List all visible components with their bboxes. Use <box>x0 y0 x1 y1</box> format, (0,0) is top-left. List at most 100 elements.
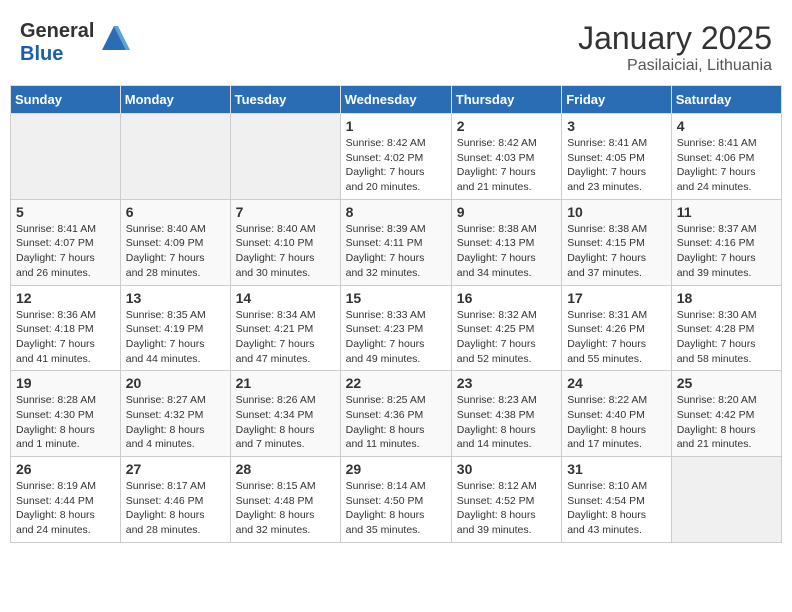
calendar-cell: 16 Sunrise: 8:32 AMSunset: 4:25 PMDayligh… <box>451 285 561 371</box>
day-info: Sunrise: 8:42 AMSunset: 4:03 PMDaylight:… <box>457 136 556 195</box>
day-number: 7 <box>236 204 335 220</box>
calendar-cell: 19 Sunrise: 8:28 AMSunset: 4:30 PMDayligh… <box>11 371 121 457</box>
day-number: 11 <box>677 204 776 220</box>
calendar-cell: 1 Sunrise: 8:42 AMSunset: 4:02 PMDaylight… <box>340 114 451 200</box>
calendar-cell: 25 Sunrise: 8:20 AMSunset: 4:42 PMDayligh… <box>671 371 781 457</box>
day-info: Sunrise: 8:15 AMSunset: 4:48 PMDaylight:… <box>236 479 335 538</box>
day-number: 14 <box>236 290 335 306</box>
calendar-cell: 11Sunrise: 8:37 AMSunset: 4:16 PMDayligh… <box>671 199 781 285</box>
day-number: 21 <box>236 375 335 391</box>
logo: General Blue <box>20 20 130 66</box>
day-info: Sunrise: 8:32 AMSunset: 4:25 PMDaylight:… <box>457 308 556 367</box>
calendar-table: SundayMondayTuesdayWednesdayThursdayFrid… <box>10 85 782 543</box>
day-info: Sunrise: 8:41 AMSunset: 4:05 PMDaylight:… <box>567 136 666 195</box>
calendar-cell: 26 Sunrise: 8:19 AMSunset: 4:44 PMDayligh… <box>11 457 121 543</box>
day-info: Sunrise: 8:14 AMSunset: 4:50 PMDaylight:… <box>346 479 446 538</box>
calendar-cell: 10Sunrise: 8:38 AMSunset: 4:15 PMDayligh… <box>562 199 672 285</box>
calendar-cell: 6 Sunrise: 8:40 AMSunset: 4:09 PMDaylight… <box>120 199 230 285</box>
day-number: 16 <box>457 290 556 306</box>
logo-text: General Blue <box>20 20 94 66</box>
day-info: Sunrise: 8:40 AMSunset: 4:10 PMDaylight:… <box>236 222 335 281</box>
calendar-cell: 22 Sunrise: 8:25 AMSunset: 4:36 PMDayligh… <box>340 371 451 457</box>
day-info: Sunrise: 8:39 AMSunset: 4:11 PMDaylight:… <box>346 222 446 281</box>
day-info: Sunrise: 8:17 AMSunset: 4:46 PMDaylight:… <box>126 479 225 538</box>
calendar-cell: 7 Sunrise: 8:40 AMSunset: 4:10 PMDaylight… <box>230 199 340 285</box>
weekday-header-sunday: Sunday <box>11 86 121 114</box>
calendar-cell: 4Sunrise: 8:41 AMSunset: 4:06 PMDaylight… <box>671 114 781 200</box>
day-number: 23 <box>457 375 556 391</box>
day-number: 28 <box>236 461 335 477</box>
day-number: 13 <box>126 290 225 306</box>
day-info: Sunrise: 8:35 AMSunset: 4:19 PMDaylight:… <box>126 308 225 367</box>
calendar-cell: 24Sunrise: 8:22 AMSunset: 4:40 PMDayligh… <box>562 371 672 457</box>
day-number: 26 <box>16 461 115 477</box>
calendar-cell: 8 Sunrise: 8:39 AMSunset: 4:11 PMDaylight… <box>340 199 451 285</box>
weekday-header-friday: Friday <box>562 86 672 114</box>
day-number: 22 <box>346 375 446 391</box>
logo-blue: Blue <box>20 43 63 65</box>
day-number: 18 <box>677 290 776 306</box>
day-info: Sunrise: 8:42 AMSunset: 4:02 PMDaylight:… <box>346 136 446 195</box>
day-info: Sunrise: 8:19 AMSunset: 4:44 PMDaylight:… <box>16 479 115 538</box>
logo-general: General <box>20 20 94 42</box>
calendar-cell: 12 Sunrise: 8:36 AMSunset: 4:18 PMDayligh… <box>11 285 121 371</box>
logo-icon <box>98 22 130 54</box>
calendar-week-row: 12 Sunrise: 8:36 AMSunset: 4:18 PMDayligh… <box>11 285 782 371</box>
weekday-header-saturday: Saturday <box>671 86 781 114</box>
calendar-cell: 15Sunrise: 8:33 AMSunset: 4:23 PMDayligh… <box>340 285 451 371</box>
weekday-header-row: SundayMondayTuesdayWednesdayThursdayFrid… <box>11 86 782 114</box>
calendar-cell <box>120 114 230 200</box>
calendar-cell: 29 Sunrise: 8:14 AMSunset: 4:50 PMDayligh… <box>340 457 451 543</box>
day-info: Sunrise: 8:25 AMSunset: 4:36 PMDaylight:… <box>346 393 446 452</box>
day-number: 9 <box>457 204 556 220</box>
day-info: Sunrise: 8:10 AMSunset: 4:54 PMDaylight:… <box>567 479 666 538</box>
day-info: Sunrise: 8:33 AMSunset: 4:23 PMDaylight:… <box>346 308 446 367</box>
calendar-cell: 17Sunrise: 8:31 AMSunset: 4:26 PMDayligh… <box>562 285 672 371</box>
calendar-week-row: 1 Sunrise: 8:42 AMSunset: 4:02 PMDaylight… <box>11 114 782 200</box>
calendar-cell <box>11 114 121 200</box>
day-info: Sunrise: 8:36 AMSunset: 4:18 PMDaylight:… <box>16 308 115 367</box>
day-info: Sunrise: 8:38 AMSunset: 4:13 PMDaylight:… <box>457 222 556 281</box>
day-number: 6 <box>126 204 225 220</box>
month-year-title: January 2025 <box>578 20 772 57</box>
calendar-cell: 28 Sunrise: 8:15 AMSunset: 4:48 PMDayligh… <box>230 457 340 543</box>
location-subtitle: Pasilaiciai, Lithuania <box>578 57 772 75</box>
day-number: 29 <box>346 461 446 477</box>
day-info: Sunrise: 8:20 AMSunset: 4:42 PMDaylight:… <box>677 393 776 452</box>
day-number: 24 <box>567 375 666 391</box>
calendar-week-row: 26 Sunrise: 8:19 AMSunset: 4:44 PMDayligh… <box>11 457 782 543</box>
calendar-cell: 31Sunrise: 8:10 AMSunset: 4:54 PMDayligh… <box>562 457 672 543</box>
page-header: General Blue January 2025 Pasilaiciai, L… <box>10 10 782 80</box>
calendar-cell: 3 Sunrise: 8:41 AMSunset: 4:05 PMDaylight… <box>562 114 672 200</box>
calendar-cell <box>671 457 781 543</box>
day-number: 25 <box>677 375 776 391</box>
day-info: Sunrise: 8:23 AMSunset: 4:38 PMDaylight:… <box>457 393 556 452</box>
day-info: Sunrise: 8:28 AMSunset: 4:30 PMDaylight:… <box>16 393 115 452</box>
calendar-week-row: 5Sunrise: 8:41 AMSunset: 4:07 PMDaylight… <box>11 199 782 285</box>
weekday-header-monday: Monday <box>120 86 230 114</box>
weekday-header-tuesday: Tuesday <box>230 86 340 114</box>
day-info: Sunrise: 8:12 AMSunset: 4:52 PMDaylight:… <box>457 479 556 538</box>
calendar-cell: 23 Sunrise: 8:23 AMSunset: 4:38 PMDayligh… <box>451 371 561 457</box>
day-number: 20 <box>126 375 225 391</box>
day-number: 17 <box>567 290 666 306</box>
day-number: 19 <box>16 375 115 391</box>
day-info: Sunrise: 8:27 AMSunset: 4:32 PMDaylight:… <box>126 393 225 452</box>
day-number: 5 <box>16 204 115 220</box>
calendar-cell: 9 Sunrise: 8:38 AMSunset: 4:13 PMDaylight… <box>451 199 561 285</box>
day-info: Sunrise: 8:38 AMSunset: 4:15 PMDaylight:… <box>567 222 666 281</box>
day-info: Sunrise: 8:34 AMSunset: 4:21 PMDaylight:… <box>236 308 335 367</box>
day-info: Sunrise: 8:41 AMSunset: 4:06 PMDaylight:… <box>677 136 776 195</box>
calendar-week-row: 19 Sunrise: 8:28 AMSunset: 4:30 PMDayligh… <box>11 371 782 457</box>
calendar-cell: 5Sunrise: 8:41 AMSunset: 4:07 PMDaylight… <box>11 199 121 285</box>
calendar-cell: 30Sunrise: 8:12 AMSunset: 4:52 PMDayligh… <box>451 457 561 543</box>
day-number: 12 <box>16 290 115 306</box>
weekday-header-thursday: Thursday <box>451 86 561 114</box>
calendar-cell: 21 Sunrise: 8:26 AMSunset: 4:34 PMDayligh… <box>230 371 340 457</box>
day-number: 1 <box>346 118 446 134</box>
day-info: Sunrise: 8:30 AMSunset: 4:28 PMDaylight:… <box>677 308 776 367</box>
day-number: 8 <box>346 204 446 220</box>
day-info: Sunrise: 8:26 AMSunset: 4:34 PMDaylight:… <box>236 393 335 452</box>
day-number: 3 <box>567 118 666 134</box>
day-info: Sunrise: 8:40 AMSunset: 4:09 PMDaylight:… <box>126 222 225 281</box>
